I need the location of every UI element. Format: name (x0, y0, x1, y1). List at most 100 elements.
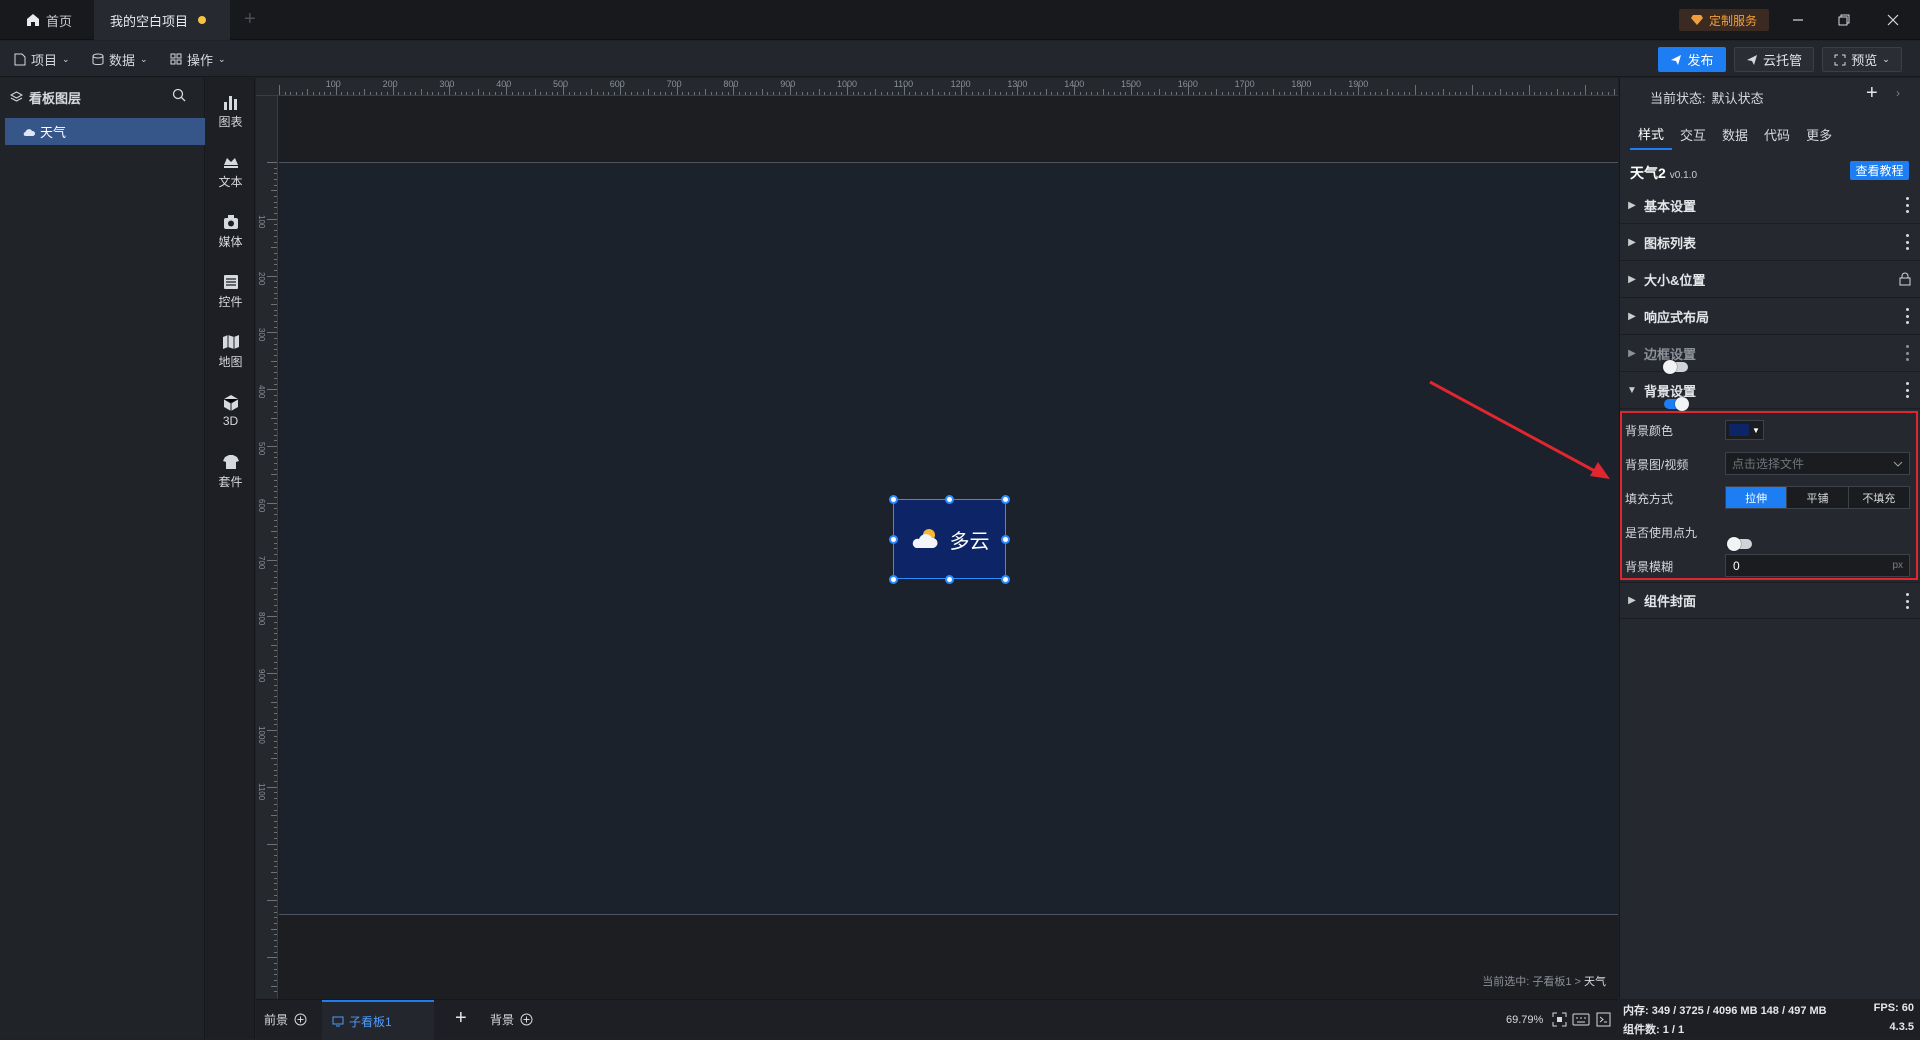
more-icon[interactable] (1905, 593, 1909, 609)
palette-item-map[interactable]: 地图 (206, 326, 255, 376)
palette-item-kit[interactable]: 套件 (206, 446, 255, 496)
section-icons[interactable]: ▶ 图标列表 (1620, 224, 1920, 261)
resize-handle[interactable] (1001, 495, 1010, 504)
palette-label: 图表 (218, 114, 243, 129)
fill-none-option[interactable]: 不填充 (1847, 487, 1909, 508)
add-board-button[interactable]: + (455, 1007, 467, 1030)
palette-label: 媒体 (218, 234, 243, 249)
state-value[interactable]: 默认状态 (1712, 88, 1764, 107)
ruler-tick-label: 800 (257, 612, 266, 626)
tab-interaction[interactable]: 交互 (1672, 118, 1714, 150)
ruler-tick-label: 1200 (950, 79, 971, 89)
palette-item-3d[interactable]: 3D (206, 386, 255, 436)
bg-media-select[interactable]: 点击选择文件 (1725, 452, 1910, 475)
resize-handle[interactable] (945, 495, 954, 504)
palette-item-widget[interactable]: 控件 (206, 266, 255, 316)
minimize-button[interactable] (1788, 10, 1808, 30)
weather-text: 多云 (949, 530, 990, 553)
custom-service-button[interactable]: 定制服务 (1679, 9, 1769, 31)
menu-project[interactable]: 项目 ⌄ (4, 41, 80, 77)
tab-project-label: 我的空白项目 (110, 13, 189, 29)
canvas-area[interactable]: 100 200 300 400 500 600 700 800 900 1000 1100 1200 1… (256, 78, 1618, 999)
bg-color-picker[interactable]: ▼ (1725, 420, 1764, 440)
palette-label: 控件 (218, 294, 243, 309)
menu-operation[interactable]: 操作 ⌄ (160, 41, 236, 77)
bg-media-row: 背景图/视频 点击选择文件 (1620, 447, 1920, 481)
menu-data[interactable]: 数据 ⌄ (82, 41, 158, 77)
ninepatch-toggle[interactable] (1727, 537, 1752, 551)
palette-item-text[interactable]: 文本 (206, 146, 255, 196)
more-icon[interactable] (1905, 308, 1909, 324)
more-icon[interactable] (1905, 234, 1909, 250)
bg-blur-unit: px (1892, 560, 1903, 571)
resize-handle[interactable] (1001, 535, 1010, 544)
selection-item: 天气 (1584, 976, 1606, 988)
chevron-right-icon[interactable]: › (1896, 86, 1900, 100)
terminal-icon[interactable] (1596, 1012, 1611, 1027)
section-responsive[interactable]: ▶ 响应式布局 (1620, 298, 1920, 335)
more-icon[interactable] (1905, 345, 1909, 361)
ruler-tick-label: 500 (257, 442, 266, 456)
tab-project[interactable]: 我的空白项目 (94, 0, 230, 40)
tab-code-label: 代码 (1764, 127, 1791, 143)
caret-right-icon: ▶ (1628, 595, 1636, 606)
tab-home[interactable]: 首页 (10, 0, 92, 40)
add-state-button[interactable]: + (1866, 82, 1878, 105)
add-circle-icon[interactable] (294, 1013, 307, 1026)
lock-icon[interactable] (1899, 272, 1911, 286)
keyboard-icon[interactable] (1572, 1013, 1590, 1026)
new-tab-icon[interactable]: + (244, 8, 256, 31)
tab-foreground[interactable]: 前景 (264, 1011, 307, 1028)
chevron-down-icon: ⌄ (1882, 54, 1890, 64)
ruler-tick-label: 1000 (257, 726, 266, 744)
ruler-tick-label: 1000 (837, 79, 858, 89)
resize-handle[interactable] (889, 495, 898, 504)
resize-handle[interactable] (889, 575, 898, 584)
cloud-hosting-button[interactable]: 云托管 (1734, 47, 1814, 72)
publish-button[interactable]: 发布 (1658, 47, 1726, 72)
tab-style[interactable]: 样式 (1630, 118, 1673, 150)
tab-sub-board[interactable]: 子看板1 (322, 1000, 434, 1040)
zoom-level[interactable]: 69.79% (1506, 1014, 1543, 1026)
fill-stretch-option[interactable]: 拉伸 (1726, 487, 1787, 508)
resize-handle[interactable] (889, 535, 898, 544)
ruler-top[interactable]: 100 200 300 400 500 600 700 800 900 1000 1100 1200 1… (256, 78, 1618, 96)
fit-screen-icon[interactable] (1552, 1012, 1567, 1027)
more-icon[interactable] (1905, 382, 1909, 398)
border-toggle[interactable] (1663, 360, 1689, 374)
tab-background[interactable]: 背景 (490, 1011, 533, 1028)
ruler-tick-label: 700 (257, 555, 266, 569)
section-basic[interactable]: ▶ 基本设置 (1620, 187, 1920, 224)
section-size-position[interactable]: ▶ 大小&位置 (1620, 261, 1920, 298)
tab-data[interactable]: 数据 (1714, 118, 1756, 150)
tab-more[interactable]: 更多 (1798, 118, 1840, 150)
section-cover[interactable]: ▶ 组件封面 (1620, 582, 1920, 619)
resize-handle[interactable] (945, 575, 954, 584)
bg-color-label: 背景颜色 (1625, 423, 1674, 438)
palette-label: 3D (222, 414, 239, 428)
preview-button[interactable]: 预览 ⌄ (1822, 47, 1902, 72)
cloud-icon (23, 128, 35, 136)
bg-fill-label: 填充方式 (1625, 491, 1674, 506)
more-icon[interactable] (1905, 197, 1909, 213)
ruler-left[interactable]: 100 200 300 400 500 600 700 800 900 1000 1100 (256, 96, 278, 999)
close-button[interactable] (1883, 10, 1903, 30)
resize-handle[interactable] (1001, 575, 1010, 584)
restore-button[interactable] (1834, 10, 1854, 30)
fill-tile-option[interactable]: 平铺 (1786, 487, 1848, 508)
add-circle-icon[interactable] (520, 1013, 533, 1026)
section-background[interactable]: ▼ 背景设置 (1620, 372, 1920, 411)
ruler-tick-label: 900 (780, 79, 796, 89)
section-border[interactable]: ▶ 边框设置 (1620, 335, 1920, 374)
tutorial-button[interactable]: 查看教程 (1850, 161, 1909, 180)
palette-item-media[interactable]: 媒体 (206, 206, 255, 256)
weather-widget[interactable]: 多云 (893, 499, 1006, 579)
layer-item-weather[interactable]: 天气 (5, 118, 205, 145)
background-toggle[interactable] (1664, 397, 1690, 411)
tab-code[interactable]: 代码 (1756, 118, 1798, 150)
menu-project-label: 项目 (31, 52, 58, 68)
layer-search-button[interactable] (172, 88, 186, 105)
palette-item-chart[interactable]: 图表 (206, 86, 255, 136)
bg-blur-input[interactable]: 0 px (1725, 554, 1910, 577)
layer-item-label: 天气 (40, 125, 67, 140)
